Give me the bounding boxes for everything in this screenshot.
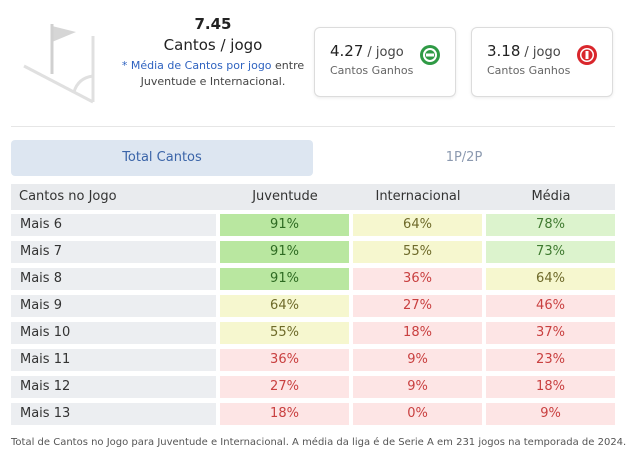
average-percent-cell: 23% <box>486 349 615 371</box>
table-row: Mais 13 18% 0% 9% <box>11 403 615 425</box>
corners-summary: 7.45 Cantos / jogo * Média de Cantos por… <box>118 14 308 90</box>
juventude-percent-cell: 91% <box>220 241 349 263</box>
row-label: Mais 11 <box>11 349 216 371</box>
header-average: Média <box>531 189 571 204</box>
header-juventude: Juventude <box>252 189 318 204</box>
section-divider <box>11 126 615 127</box>
average-corners-description: * Média de Cantos por jogo entre Juventu… <box>121 59 305 88</box>
juventude-percent-cell: 64% <box>220 295 349 317</box>
average-percent-cell: 18% <box>486 376 615 398</box>
juventude-percent-cell: 55% <box>220 322 349 344</box>
table-row: Mais 12 27% 9% 18% <box>11 376 615 398</box>
card-label: Cantos Ganhos <box>330 64 414 77</box>
table-row: Mais 7 91% 55% 73% <box>11 241 615 263</box>
table-header: Cantos no Jogo Juventude Internacional M… <box>11 184 615 210</box>
card-unit: / jogo <box>524 45 561 60</box>
footnote: Total de Cantos no Jogo para Juventude e… <box>11 437 627 448</box>
card-value: 3.18 <box>487 42 521 60</box>
internacional-corners-card: 3.18/ jogo Cantos Ganhos <box>471 27 613 97</box>
internacional-percent-cell: 64% <box>353 214 482 236</box>
row-label: Mais 9 <box>11 295 216 317</box>
row-label: Mais 12 <box>11 376 216 398</box>
juventude-percent-cell: 18% <box>220 403 349 425</box>
juventude-corners-card: 4.27/ jogo Cantos Ganhos <box>314 27 456 97</box>
average-percent-cell: 78% <box>486 214 615 236</box>
internacional-percent-cell: 27% <box>353 295 482 317</box>
row-label: Mais 13 <box>11 403 216 425</box>
card-value: 4.27 <box>330 42 364 60</box>
internacional-percent-cell: 0% <box>353 403 482 425</box>
table-row: Mais 9 64% 27% 46% <box>11 295 615 317</box>
table-row: Mais 6 91% 64% 78% <box>11 214 615 236</box>
average-percent-cell: 73% <box>486 241 615 263</box>
average-percent-cell: 46% <box>486 295 615 317</box>
card-unit: / jogo <box>367 45 404 60</box>
juventude-percent-cell: 36% <box>220 349 349 371</box>
juventude-crest-icon <box>420 45 440 65</box>
header-corners-in-game: Cantos no Jogo <box>19 189 117 204</box>
internacional-percent-cell: 36% <box>353 268 482 290</box>
average-percent-cell: 64% <box>486 268 615 290</box>
corners-table-body: Mais 6 91% 64% 78% Mais 7 91% 55% 73% Ma… <box>11 214 615 430</box>
internacional-percent-cell: 18% <box>353 322 482 344</box>
row-label: Mais 10 <box>11 322 216 344</box>
card-label: Cantos Ganhos <box>487 64 571 77</box>
row-label: Mais 7 <box>11 241 216 263</box>
table-row: Mais 10 55% 18% 37% <box>11 322 615 344</box>
corners-tabs: Total Cantos 1P/2P <box>11 140 615 176</box>
internacional-percent-cell: 9% <box>353 376 482 398</box>
average-percent-cell: 9% <box>486 403 615 425</box>
average-corners-value: 7.45 <box>194 15 232 33</box>
tab-halves[interactable]: 1P/2P <box>313 140 615 176</box>
internacional-percent-cell: 55% <box>353 241 482 263</box>
header-internacional: Internacional <box>375 189 461 204</box>
tab-total-corners[interactable]: Total Cantos <box>11 140 313 176</box>
average-corners-unit: Cantos / jogo <box>163 36 263 54</box>
row-label: Mais 8 <box>11 268 216 290</box>
average-percent-cell: 37% <box>486 322 615 344</box>
row-label: Mais 6 <box>11 214 216 236</box>
internacional-crest-icon <box>577 45 597 65</box>
table-row: Mais 11 36% 9% 23% <box>11 349 615 371</box>
juventude-percent-cell: 91% <box>220 214 349 236</box>
average-corners-link[interactable]: * Média de Cantos por jogo <box>122 59 272 72</box>
juventude-percent-cell: 27% <box>220 376 349 398</box>
table-row: Mais 8 91% 36% 64% <box>11 268 615 290</box>
juventude-percent-cell: 91% <box>220 268 349 290</box>
corner-flag-icon <box>23 24 95 104</box>
internacional-percent-cell: 9% <box>353 349 482 371</box>
